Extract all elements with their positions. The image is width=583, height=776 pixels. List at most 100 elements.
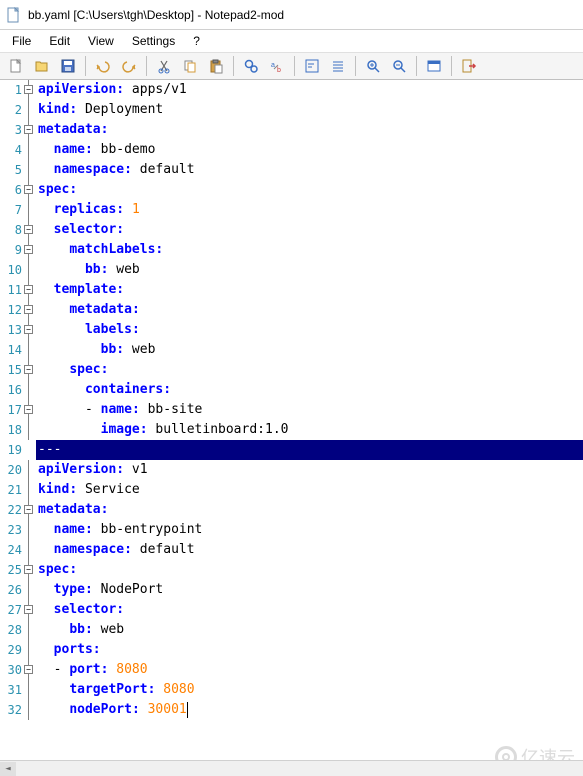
- paste-button[interactable]: [204, 54, 228, 78]
- fold-toggle-icon[interactable]: −: [24, 125, 33, 134]
- fold-cell[interactable]: −: [24, 600, 36, 620]
- code-line[interactable]: - port: 8080: [36, 660, 583, 680]
- code-line[interactable]: metadata:: [36, 120, 583, 140]
- undo-button[interactable]: [91, 54, 115, 78]
- fold-toggle-icon[interactable]: −: [24, 565, 33, 574]
- code-line[interactable]: containers:: [36, 380, 583, 400]
- fold-cell[interactable]: −: [24, 560, 36, 580]
- fold-cell: [24, 620, 36, 640]
- fold-toggle-icon[interactable]: −: [24, 665, 33, 674]
- code-line[interactable]: metadata:: [36, 300, 583, 320]
- code-line[interactable]: apiVersion: v1: [36, 460, 583, 480]
- code-line[interactable]: name: bb-demo: [36, 140, 583, 160]
- open-file-button[interactable]: [30, 54, 54, 78]
- fold-toggle-icon[interactable]: −: [24, 225, 33, 234]
- code-line[interactable]: targetPort: 8080: [36, 680, 583, 700]
- copy-button[interactable]: [178, 54, 202, 78]
- menu-view[interactable]: View: [80, 32, 122, 50]
- code-line[interactable]: replicas: 1: [36, 200, 583, 220]
- toolbar-separator: [85, 56, 86, 76]
- fold-cell[interactable]: −: [24, 320, 36, 340]
- code-line[interactable]: kind: Service: [36, 480, 583, 500]
- code-line[interactable]: spec:: [36, 360, 583, 380]
- word-wrap-button[interactable]: [300, 54, 324, 78]
- replace-button[interactable]: ab: [265, 54, 289, 78]
- code-line[interactable]: namespace: default: [36, 540, 583, 560]
- zoom-in-button[interactable]: [361, 54, 385, 78]
- code-area[interactable]: apiVersion: apps/v1kind: Deploymentmetad…: [36, 80, 583, 776]
- code-line[interactable]: apiVersion: apps/v1: [36, 80, 583, 100]
- code-editor[interactable]: 1234567891011121314151617181920212223242…: [0, 80, 583, 776]
- line-number: 2: [0, 100, 22, 120]
- fold-cell[interactable]: −: [24, 220, 36, 240]
- menu-file[interactable]: File: [4, 32, 39, 50]
- code-line[interactable]: namespace: default: [36, 160, 583, 180]
- code-line[interactable]: nodePort: 30001: [36, 700, 583, 720]
- code-line[interactable]: matchLabels:: [36, 240, 583, 260]
- document-icon: [6, 7, 22, 23]
- code-line[interactable]: selector:: [36, 220, 583, 240]
- code-line[interactable]: metadata:: [36, 500, 583, 520]
- code-line[interactable]: - name: bb-site: [36, 400, 583, 420]
- fold-cell: [24, 340, 36, 360]
- svg-text:b: b: [277, 67, 281, 74]
- code-line[interactable]: name: bb-entrypoint: [36, 520, 583, 540]
- fold-cell[interactable]: −: [24, 120, 36, 140]
- scheme-button[interactable]: [422, 54, 446, 78]
- save-button[interactable]: [56, 54, 80, 78]
- fold-cell[interactable]: −: [24, 80, 36, 100]
- scroll-left-button[interactable]: ◄: [0, 762, 16, 776]
- fold-cell[interactable]: −: [24, 400, 36, 420]
- fold-toggle-icon[interactable]: −: [24, 305, 33, 314]
- line-numbers-button[interactable]: [326, 54, 350, 78]
- fold-toggle-icon[interactable]: −: [24, 85, 33, 94]
- line-number: 26: [0, 580, 22, 600]
- fold-cell: [24, 140, 36, 160]
- fold-cell[interactable]: −: [24, 240, 36, 260]
- line-number: 31: [0, 680, 22, 700]
- fold-toggle-icon[interactable]: −: [24, 325, 33, 334]
- code-line[interactable]: template:: [36, 280, 583, 300]
- fold-toggle-icon[interactable]: −: [24, 505, 33, 514]
- code-line[interactable]: bb: web: [36, 620, 583, 640]
- redo-button[interactable]: [117, 54, 141, 78]
- code-line[interactable]: spec:: [36, 560, 583, 580]
- menu-edit[interactable]: Edit: [41, 32, 78, 50]
- toolbar-separator: [355, 56, 356, 76]
- fold-toggle-icon[interactable]: −: [24, 245, 33, 254]
- menu-settings[interactable]: Settings: [124, 32, 183, 50]
- fold-toggle-icon[interactable]: −: [24, 285, 33, 294]
- code-line[interactable]: kind: Deployment: [36, 100, 583, 120]
- code-line[interactable]: spec:: [36, 180, 583, 200]
- fold-toggle-icon[interactable]: −: [24, 365, 33, 374]
- fold-cell[interactable]: −: [24, 360, 36, 380]
- fold-cell[interactable]: −: [24, 280, 36, 300]
- code-line[interactable]: ports:: [36, 640, 583, 660]
- zoom-out-button[interactable]: [387, 54, 411, 78]
- fold-cell[interactable]: −: [24, 180, 36, 200]
- fold-toggle-icon[interactable]: −: [24, 185, 33, 194]
- code-line[interactable]: selector:: [36, 600, 583, 620]
- line-number: 6: [0, 180, 22, 200]
- code-line[interactable]: labels:: [36, 320, 583, 340]
- code-line[interactable]: type: NodePort: [36, 580, 583, 600]
- fold-toggle-icon[interactable]: −: [24, 605, 33, 614]
- code-line[interactable]: ---: [36, 440, 583, 460]
- title-bar: bb.yaml [C:\Users\tgh\Desktop] - Notepad…: [0, 0, 583, 30]
- cut-button[interactable]: [152, 54, 176, 78]
- new-file-button[interactable]: [4, 54, 28, 78]
- fold-toggle-icon[interactable]: −: [24, 405, 33, 414]
- code-line[interactable]: image: bulletinboard:1.0: [36, 420, 583, 440]
- fold-cell[interactable]: −: [24, 500, 36, 520]
- exit-button[interactable]: [457, 54, 481, 78]
- line-number: 15: [0, 360, 22, 380]
- fold-cell[interactable]: −: [24, 660, 36, 680]
- fold-gutter[interactable]: − − − − − − − − − − − − − −: [24, 80, 36, 776]
- find-button[interactable]: [239, 54, 263, 78]
- code-line[interactable]: bb: web: [36, 340, 583, 360]
- code-line[interactable]: bb: web: [36, 260, 583, 280]
- line-number: 16: [0, 380, 22, 400]
- fold-cell[interactable]: −: [24, 300, 36, 320]
- menu-help[interactable]: ?: [185, 32, 208, 50]
- horizontal-scrollbar[interactable]: ◄: [0, 760, 583, 776]
